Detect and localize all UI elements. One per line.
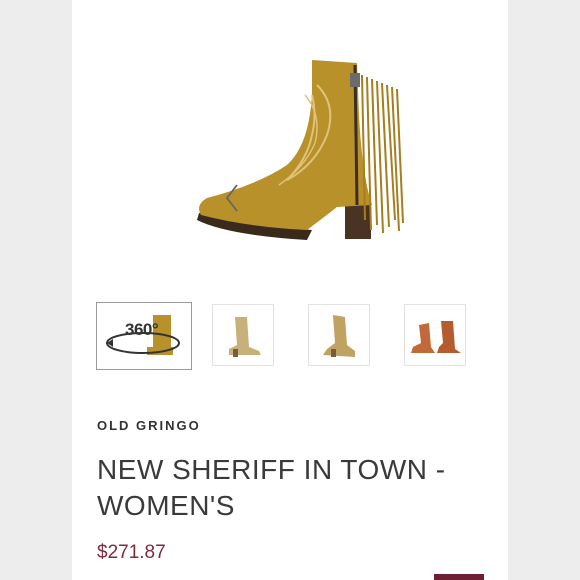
product-page: 360° OLD GRINGO NEW SHERIFF IN TOWN - WO… [72,0,508,580]
chevron-right-icon[interactable] [450,126,472,160]
expand-icon[interactable] [433,38,469,74]
product-title: NEW SHERIFF IN TOWN - WOMEN'S [97,454,446,521]
main-product-image [197,60,404,240]
thumbnail-strip: 360° [96,302,496,372]
thumb-boot-image [229,317,261,357]
add-to-cart-button[interactable] [434,574,484,580]
chevron-left-icon[interactable] [106,126,238,212]
thumbnail-angled-view[interactable] [308,304,370,366]
thumb-360-label: 360° [125,320,159,339]
product-image-viewer[interactable] [72,0,508,290]
product-price: $271.87 [97,542,166,563]
thumb-boot-image [411,321,461,353]
thumbnail-360[interactable]: 360° [96,302,192,370]
product-brand[interactable]: OLD GRINGO [97,418,201,433]
thumb-boot-image [323,315,355,357]
thumbnail-side-view[interactable] [212,304,274,366]
thumbnail-pair-view[interactable] [404,304,466,366]
